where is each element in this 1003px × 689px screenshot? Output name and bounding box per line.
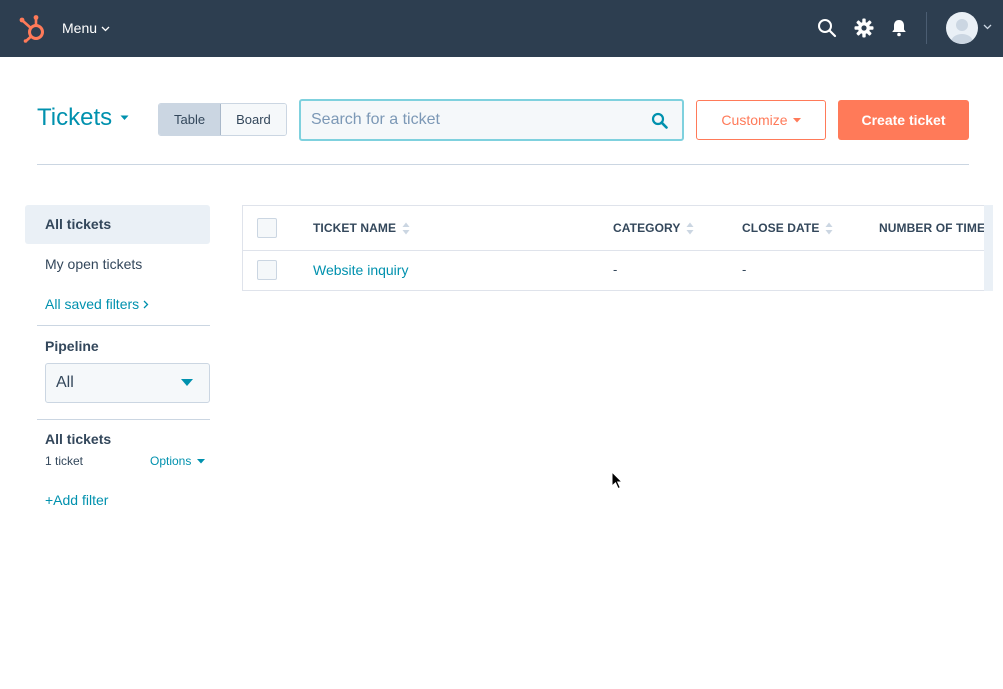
tickets-table: TICKET NAME CATEGORY CLOSE DATE NUMBER O…	[242, 205, 992, 291]
bell-icon[interactable]	[888, 17, 910, 39]
options-label: Options	[150, 454, 192, 468]
add-filter-button[interactable]: +Add filter	[45, 492, 108, 508]
all-saved-filters-label: All saved filters	[45, 296, 140, 312]
column-header-label: CLOSE DATE	[742, 221, 820, 235]
menu-label: Menu	[62, 20, 98, 36]
customize-label: Customize	[721, 112, 788, 128]
column-header-label: NUMBER OF TIMES C	[879, 221, 992, 235]
sidebar-item-label: My open tickets	[45, 256, 143, 272]
ticket-count: 1 ticket	[45, 454, 84, 468]
chevron-down-icon[interactable]	[983, 24, 992, 30]
table-header: TICKET NAME CATEGORY CLOSE DATE NUMBER O…	[243, 206, 992, 251]
sidebar-item-label: All tickets	[45, 216, 112, 232]
hubspot-logo[interactable]	[18, 13, 46, 43]
caret-down-icon	[792, 117, 801, 122]
sidebar-item-my-open-tickets[interactable]: My open tickets	[25, 245, 210, 284]
sidebar-item-all-tickets[interactable]: All tickets	[25, 205, 210, 244]
ticket-close-date: -	[742, 262, 747, 277]
column-header-close-date[interactable]: CLOSE DATE	[742, 221, 833, 235]
ticket-category: -	[613, 262, 618, 277]
search-input[interactable]	[311, 109, 631, 131]
add-filter-label: +Add filter	[45, 492, 109, 508]
options-dropdown[interactable]: Options	[150, 454, 206, 468]
ticket-search	[299, 99, 684, 141]
create-ticket-label: Create ticket	[861, 112, 946, 128]
sort-icon	[825, 222, 833, 234]
current-view-title: All tickets	[45, 431, 112, 447]
caret-down-icon	[181, 379, 193, 386]
caret-down-icon	[197, 458, 206, 463]
pipeline-select-value: All	[56, 374, 74, 391]
top-nav: Menu	[0, 0, 1003, 57]
caret-down-icon	[120, 115, 129, 120]
chevron-right-icon	[143, 300, 149, 308]
mouse-cursor-icon	[611, 471, 623, 490]
ticket-name-link[interactable]: Website inquiry	[313, 262, 408, 278]
nav-divider	[926, 12, 927, 44]
search-icon[interactable]	[816, 17, 838, 39]
chevron-down-icon	[101, 26, 110, 32]
sidebar-divider	[37, 325, 210, 326]
gear-icon[interactable]	[853, 17, 875, 39]
column-header-label: CATEGORY	[613, 221, 681, 235]
board-view-button[interactable]: Board	[221, 104, 286, 135]
customize-button[interactable]: Customize	[696, 100, 826, 140]
table-view-button[interactable]: Table	[159, 104, 222, 135]
table-horizontal-scroll-edge[interactable]	[984, 205, 993, 291]
column-header-number-of-times[interactable]: NUMBER OF TIMES C	[879, 221, 992, 235]
pipeline-select[interactable]: All	[45, 363, 210, 403]
column-header-category[interactable]: CATEGORY	[613, 221, 694, 235]
search-icon[interactable]	[651, 112, 668, 129]
column-header-ticket-name[interactable]: TICKET NAME	[313, 221, 410, 235]
create-ticket-button[interactable]: Create ticket	[838, 100, 969, 140]
page-title-label: Tickets	[37, 104, 113, 131]
view-toggle: Table Board	[158, 103, 287, 136]
sort-icon	[686, 222, 694, 234]
sidebar-divider	[37, 419, 210, 420]
page-title[interactable]: Tickets	[37, 104, 129, 132]
select-all-checkbox[interactable]	[257, 218, 277, 238]
column-header-label: TICKET NAME	[313, 221, 397, 235]
row-checkbox[interactable]	[257, 260, 277, 280]
sort-icon	[402, 222, 410, 234]
pipeline-label: Pipeline	[45, 338, 99, 354]
avatar[interactable]	[946, 12, 978, 44]
user-avatar-icon	[951, 19, 973, 44]
all-saved-filters-link[interactable]: All saved filters	[45, 296, 149, 312]
header-divider	[37, 164, 969, 165]
table-row: Website inquiry - -	[243, 251, 992, 290]
main-menu[interactable]: Menu	[62, 20, 110, 36]
